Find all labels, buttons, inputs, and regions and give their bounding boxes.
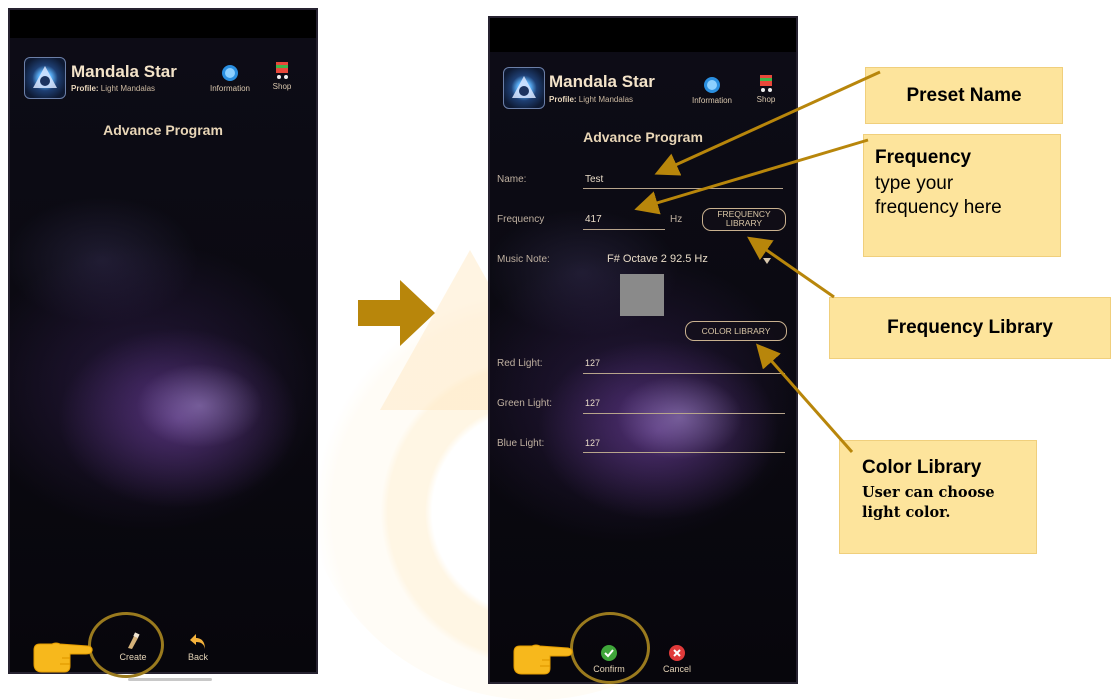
shop-button[interactable]: Shop (748, 73, 784, 104)
frequency-underline (583, 229, 665, 230)
back-label: Back (187, 652, 208, 662)
status-bar (10, 10, 316, 38)
frequency-label: Frequency (497, 214, 545, 225)
mandala-logo-icon (503, 67, 545, 109)
frequency-input[interactable]: 417 (585, 214, 602, 225)
callout-frequency-body-1: type your (875, 173, 954, 194)
red-light-label: Red Light: (497, 358, 543, 369)
music-note-label: Music Note: (497, 254, 550, 265)
frequency-library-button[interactable]: FREQUENCY LIBRARY (702, 208, 786, 231)
back-arrow-icon (190, 634, 205, 649)
back-button[interactable]: Back (173, 632, 223, 662)
callout-preset-name: Preset Name (865, 67, 1063, 124)
red-light-input[interactable]: 127 (585, 358, 600, 368)
callout-color-library-body-2: light color. (862, 504, 951, 521)
information-button[interactable]: Information (690, 76, 734, 105)
profile-line: Profile: Light Mandalas (549, 95, 633, 104)
music-note-select[interactable]: F# Octave 2 92.5 Hz (607, 253, 708, 265)
callout-color-library: Color Library User can choose light colo… (839, 440, 1037, 554)
dropdown-caret-icon[interactable] (763, 258, 771, 264)
callout-frequency-library-text: Frequency Library (887, 317, 1053, 338)
profile-label: Profile: (71, 84, 99, 93)
name-label: Name: (497, 174, 527, 185)
callout-frequency-title: Frequency (875, 147, 972, 168)
shop-cart-icon (760, 75, 772, 92)
app-screen: Mandala Star Profile: Light Mandalas Inf… (10, 38, 316, 672)
status-bar (490, 18, 796, 52)
cancel-button[interactable]: Cancel (652, 644, 702, 674)
blue-light-underline (583, 452, 785, 453)
cancel-label: Cancel (662, 664, 691, 674)
app-screen: Mandala Star Profile: Light Mandalas Inf… (490, 52, 796, 682)
shop-label: Shop (756, 95, 776, 104)
page-title: Advance Program (583, 129, 703, 145)
profile-line: Profile: Light Mandalas (71, 84, 155, 93)
confirm-highlight-circle (570, 612, 650, 684)
callout-color-library-body-1: User can choose (862, 484, 995, 501)
red-light-underline (583, 373, 785, 374)
shop-cart-icon (276, 62, 288, 79)
callout-frequency: Frequency type your frequency here (863, 134, 1061, 257)
profile-label: Profile: (549, 95, 577, 104)
information-label: Information (691, 96, 733, 105)
information-button[interactable]: Information (208, 64, 252, 93)
home-indicator (128, 678, 212, 681)
right-arrow-icon (358, 280, 435, 346)
color-preview-swatch (620, 274, 664, 316)
information-icon (222, 65, 238, 81)
create-highlight-circle (88, 612, 164, 678)
green-light-underline (583, 413, 785, 414)
green-light-input[interactable]: 127 (585, 398, 600, 408)
mandala-logo-icon (24, 57, 66, 99)
name-underline (583, 188, 783, 189)
information-icon (704, 77, 720, 93)
callout-color-library-title: Color Library (862, 457, 982, 478)
blue-light-input[interactable]: 127 (585, 438, 600, 448)
blue-light-label: Blue Light: (497, 438, 545, 449)
green-light-label: Green Light: (497, 398, 553, 409)
pointing-hand-icon (513, 644, 573, 675)
color-library-button[interactable]: COLOR LIBRARY (685, 321, 787, 341)
callout-frequency-body-2: frequency here (875, 197, 1002, 218)
profile-value: Light Mandalas (100, 84, 156, 93)
left-phone-screenshot: Mandala Star Profile: Light Mandalas Inf… (8, 8, 318, 674)
frequency-unit: Hz (670, 214, 683, 225)
right-phone-screenshot: Mandala Star Profile: Light Mandalas Inf… (488, 16, 798, 684)
pointing-hand-icon (33, 642, 93, 673)
callout-frequency-library: Frequency Library (829, 297, 1111, 359)
shop-label: Shop (272, 82, 292, 91)
profile-value: Light Mandalas (578, 95, 634, 104)
callout-preset-name-text: Preset Name (906, 85, 1022, 106)
page-title: Advance Program (103, 122, 223, 138)
name-input[interactable]: Test (585, 174, 603, 185)
app-name: Mandala Star (71, 62, 177, 81)
cancel-x-icon (669, 645, 685, 661)
information-label: Information (209, 84, 251, 93)
shop-button[interactable]: Shop (264, 60, 300, 91)
app-name: Mandala Star (549, 72, 655, 91)
